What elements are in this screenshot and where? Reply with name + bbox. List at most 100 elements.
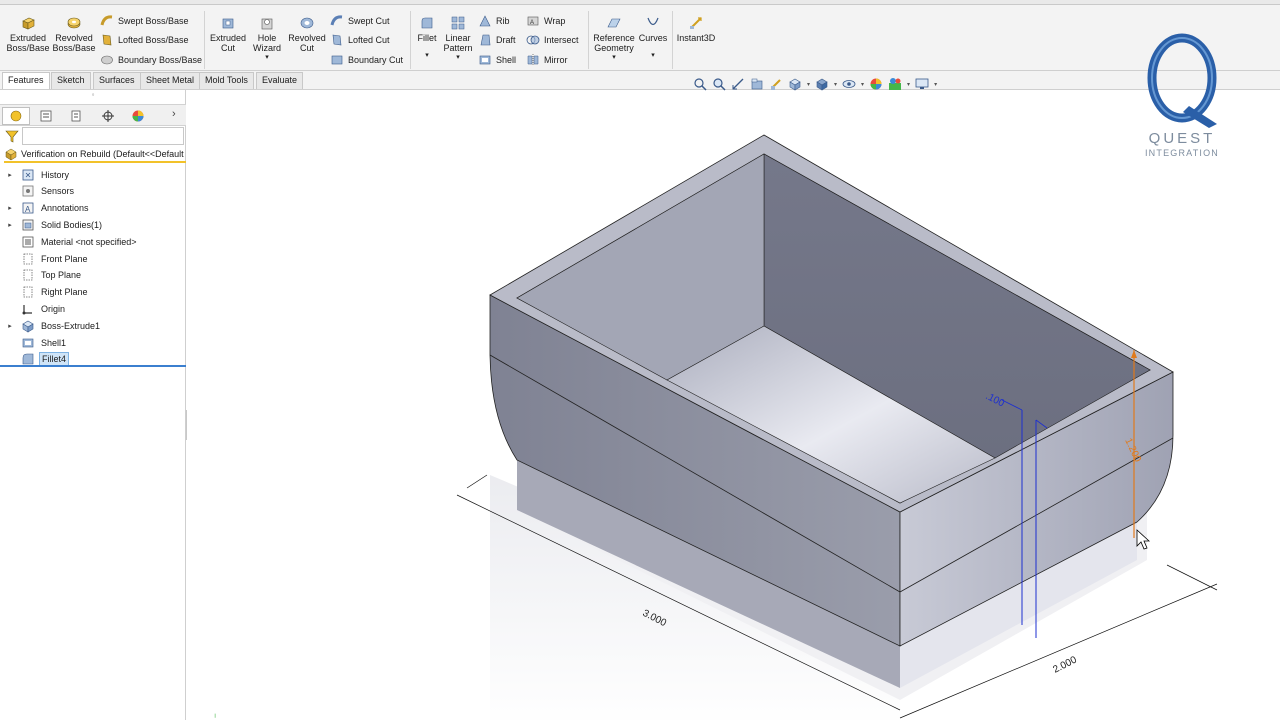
expand-arrow-icon[interactable]: ▸ <box>5 204 15 212</box>
crosshair-icon <box>102 110 114 122</box>
tree-item[interactable]: ▸ Solid Bodies(1) <box>0 216 186 233</box>
curves-dropdown-arrow[interactable]: ▾ <box>638 51 668 61</box>
chevron-down-icon[interactable]: ▾ <box>907 81 910 88</box>
reference-geometry-button[interactable]: Reference Geometry ▾ <box>592 15 636 63</box>
chevron-right-icon[interactable]: › <box>172 108 176 120</box>
boundary-cut-icon <box>331 55 343 65</box>
tree-item[interactable]: ▸ Boss-Extrude1 <box>0 317 186 334</box>
tree-item[interactable]: Front Plane <box>0 250 186 267</box>
tree-item[interactable]: ▸ A Annotations <box>0 200 186 217</box>
dimension-width-label: 2.000 <box>1051 654 1079 675</box>
tree-item[interactable]: ▸ History <box>0 166 186 183</box>
shell-label: Shell <box>496 55 517 65</box>
lofted-boss-button[interactable]: Lofted Boss/Base <box>100 32 189 48</box>
tree-item[interactable]: Sensors <box>0 183 186 200</box>
draft-button[interactable]: Draft <box>478 32 516 48</box>
curves-label: Curves <box>638 33 668 43</box>
previous-view-icon[interactable] <box>731 77 745 91</box>
tree-item[interactable]: Shell1 <box>0 334 186 351</box>
view-settings-icon[interactable] <box>915 77 929 91</box>
lofted-boss-icon <box>102 34 112 46</box>
rib-button[interactable]: Rib <box>478 13 510 29</box>
dynamic-annotation-icon[interactable] <box>769 77 783 91</box>
tab-sheet-metal[interactable]: Sheet Metal <box>140 72 201 89</box>
fillet-dropdown-arrow[interactable]: ▾ <box>414 51 440 61</box>
tree-item[interactable]: Material <not specified> <box>0 233 186 250</box>
boundary-boss-button[interactable]: Boundary Boss/Base <box>100 52 202 68</box>
view-orientation-icon[interactable] <box>788 77 802 91</box>
tab-dimxpert-manager[interactable] <box>94 107 122 125</box>
tree-item[interactable]: Right Plane <box>0 284 186 301</box>
feature-filter-input[interactable] <box>22 127 184 145</box>
feature-manager-panel: ◦ › Verification on Rebuild (Default<<De… <box>0 90 186 720</box>
extruded-boss-label-1: Extruded <box>9 33 47 43</box>
swept-cut-button[interactable]: Swept Cut <box>330 13 390 29</box>
linear-pattern-button[interactable]: Linear Pattern ▾ <box>442 15 474 63</box>
appearance-icon <box>132 110 144 122</box>
linear-pattern-label-2: Pattern <box>443 43 473 53</box>
command-manager-tabs: Features Sketch Surfaces Sheet Metal Mol… <box>0 71 1280 90</box>
filter-icon[interactable] <box>4 128 20 144</box>
mirror-button[interactable]: Mirror <box>526 52 568 68</box>
hole-wizard-label-2: Wizard <box>252 43 281 53</box>
section-view-icon[interactable] <box>750 77 764 91</box>
tab-feature-tree[interactable] <box>2 107 30 125</box>
display-style-icon[interactable] <box>815 77 829 91</box>
instant3d-button[interactable]: Instant3D <box>674 15 718 43</box>
zoom-to-area-icon[interactable] <box>712 77 726 91</box>
intersect-button[interactable]: Intersect <box>526 32 579 48</box>
expand-arrow-icon[interactable]: ▸ <box>5 322 15 330</box>
linear-pattern-label-1: Linear <box>445 33 471 43</box>
swept-boss-icon <box>100 15 113 26</box>
svg-text:A: A <box>25 205 31 214</box>
boundary-cut-button[interactable]: Boundary Cut <box>330 52 403 68</box>
swept-boss-button[interactable]: Swept Boss/Base <box>100 13 189 29</box>
reference-geometry-dropdown-arrow[interactable]: ▾ <box>592 53 636 63</box>
tab-display-manager[interactable] <box>124 107 152 125</box>
tree-item[interactable]: Top Plane <box>0 267 186 284</box>
tab-configuration-manager[interactable] <box>62 107 90 125</box>
fillet-button[interactable]: Fillet ▾ <box>414 15 440 61</box>
apply-scene-icon[interactable] <box>888 77 902 91</box>
tab-features[interactable]: Features <box>2 72 50 89</box>
lofted-cut-button[interactable]: Lofted Cut <box>330 32 390 48</box>
shell-button[interactable]: Shell <box>478 52 516 68</box>
expand-arrow-icon[interactable]: ▸ <box>5 221 15 229</box>
tab-property-manager[interactable] <box>32 107 60 125</box>
3d-model-view[interactable]: 3.000 2.000 .100 1.200 <box>187 90 1280 720</box>
hole-wizard-dropdown-arrow[interactable]: ▾ <box>250 53 284 63</box>
rollback-bar[interactable] <box>0 365 186 367</box>
revolved-boss-button[interactable]: Revolved Boss/Base <box>52 15 96 53</box>
chevron-down-icon[interactable]: ▾ <box>807 81 810 88</box>
linear-pattern-dropdown-arrow[interactable]: ▾ <box>442 53 474 63</box>
edit-appearance-icon[interactable] <box>869 77 883 91</box>
hole-wizard-button[interactable]: Hole Wizard ▾ <box>250 15 284 63</box>
chevron-down-icon[interactable]: ▾ <box>834 81 837 88</box>
extruded-boss-button[interactable]: Extruded Boss/Base <box>6 15 50 53</box>
swept-cut-label: Swept Cut <box>348 16 390 26</box>
lofted-cut-label: Lofted Cut <box>348 35 390 45</box>
chevron-down-icon[interactable]: ▾ <box>934 81 937 88</box>
zoom-to-fit-icon[interactable] <box>693 77 707 91</box>
quest-q-logo-icon <box>1147 33 1217 128</box>
tab-surfaces[interactable]: Surfaces <box>93 72 141 89</box>
tab-evaluate[interactable]: Evaluate <box>256 72 304 89</box>
hide-show-items-icon[interactable] <box>842 77 856 91</box>
extruded-boss-label-2: Boss/Base <box>6 43 50 53</box>
wrap-button[interactable]: A Wrap <box>526 13 565 29</box>
solid-bodies-icon <box>22 219 34 231</box>
tree-item[interactable]: Origin <box>0 300 186 317</box>
tab-mold-tools[interactable]: Mold Tools <box>199 72 254 89</box>
expand-arrow-icon[interactable]: ▸ <box>5 171 15 179</box>
chevron-down-icon[interactable]: ▾ <box>861 81 864 88</box>
curves-button[interactable]: Curves ▾ <box>638 15 668 61</box>
panel-grip[interactable]: ◦ <box>0 90 186 104</box>
command-manager-ribbon: Extruded Boss/Base Revolved Boss/Base Sw… <box>0 5 1280 71</box>
boundary-boss-label: Boundary Boss/Base <box>118 55 203 65</box>
part-root-item[interactable]: Verification on Rebuild (Default<<Defaul… <box>4 147 186 163</box>
graphics-area[interactable]: ▾ ▾ ▾ ▾ ▾ 3.000 2.000 .100 1.200 QUEST I… <box>187 33 1280 720</box>
tab-sketch[interactable]: Sketch <box>51 72 91 89</box>
mirror-label: Mirror <box>544 55 568 65</box>
extruded-cut-button[interactable]: Extruded Cut <box>208 15 248 53</box>
revolved-cut-button[interactable]: Revolved Cut <box>286 15 328 53</box>
